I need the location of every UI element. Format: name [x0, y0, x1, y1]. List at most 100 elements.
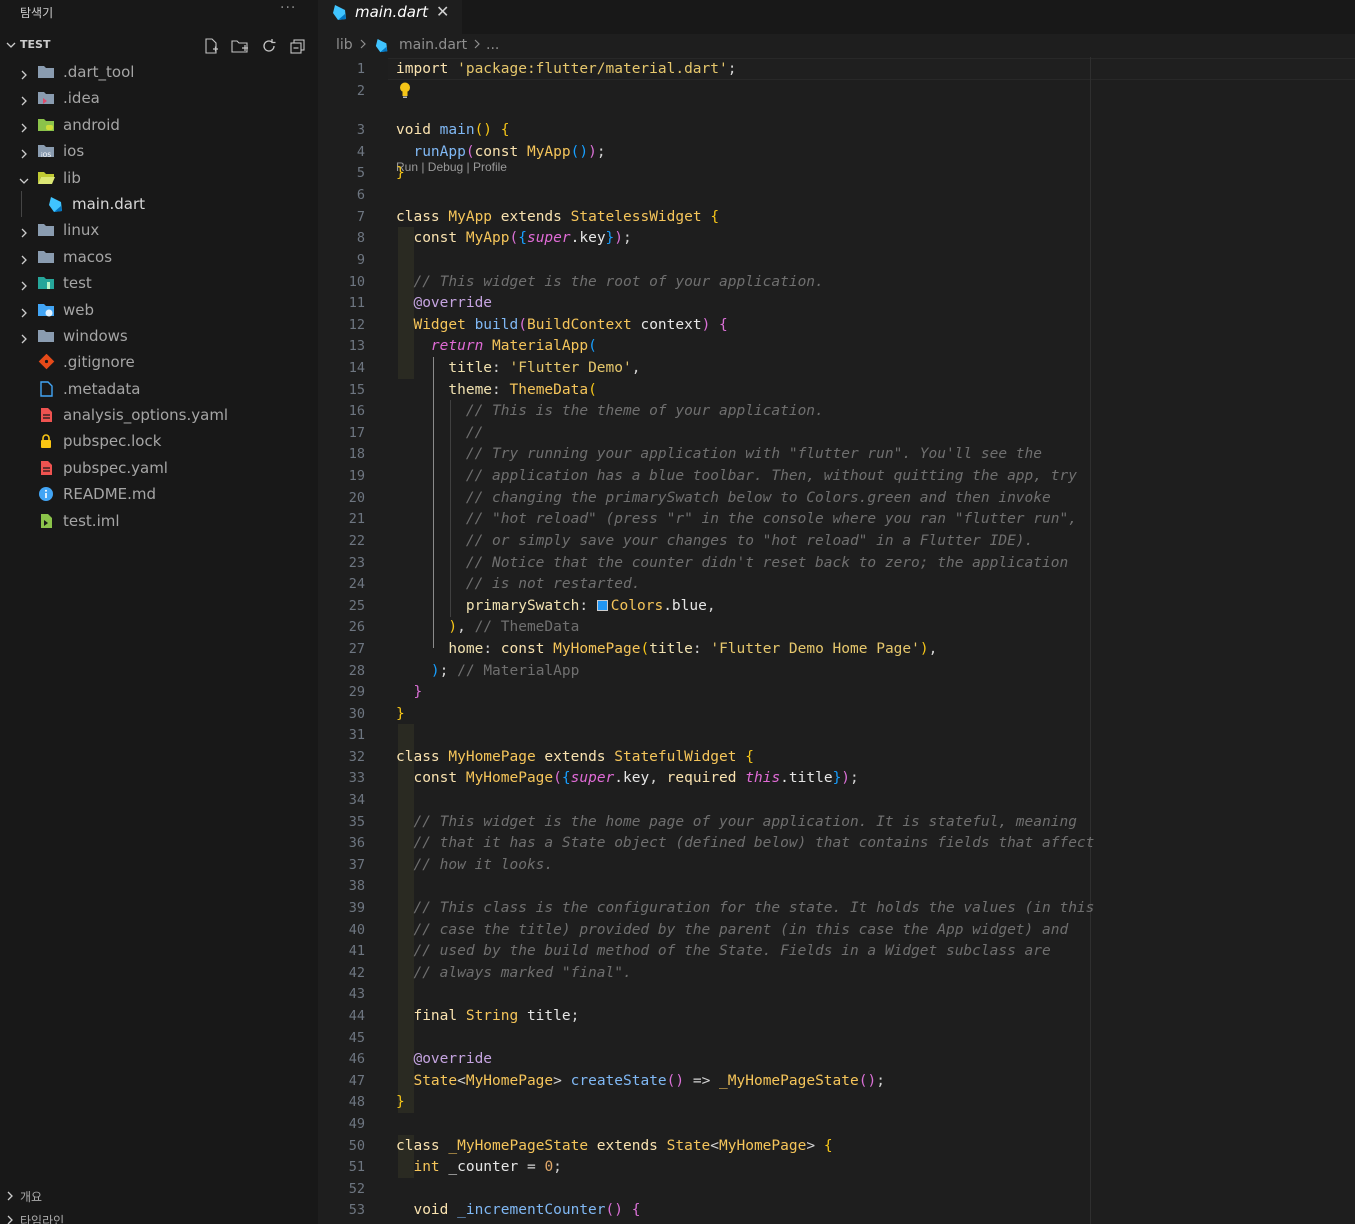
line-number: 32	[348, 749, 365, 765]
code-line[interactable]: 48}	[318, 1091, 1355, 1113]
code-line[interactable]: 49	[318, 1113, 1355, 1135]
code-line[interactable]: 32 class MyHomePage extends StatefulWidge…	[318, 746, 1355, 768]
code-line[interactable]: 29 }	[318, 681, 1355, 703]
tree-item-linux[interactable]: linux	[0, 217, 318, 243]
code-line[interactable]: 43	[318, 983, 1355, 1005]
code-line[interactable]: 14 title: 'Flutter Demo',	[318, 357, 1355, 379]
tree-item-web[interactable]: web	[0, 297, 318, 323]
tree-item-pubspec-lock[interactable]: pubspec.lock	[0, 428, 318, 454]
code-line[interactable]: 33 const MyHomePage({super.key, required…	[318, 767, 1355, 789]
tree-item-main-dart[interactable]: main.dart	[0, 190, 318, 218]
code-line[interactable]: 25 primarySwatch: Colors.blue,	[318, 595, 1355, 617]
tree-item-macos[interactable]: macos	[0, 244, 318, 270]
code-line[interactable]: 44 final String title;	[318, 1005, 1355, 1027]
code-line[interactable]: 30}	[318, 703, 1355, 725]
code-line[interactable]: 15 theme: ThemeData(	[318, 379, 1355, 401]
code-line[interactable]: 39 // This class is the configuration fo…	[318, 897, 1355, 919]
breadcrumb-more[interactable]: ...	[486, 37, 499, 53]
code-line[interactable]: 20 // changing the primarySwatch below t…	[318, 487, 1355, 509]
more-actions-icon[interactable]: ···	[280, 0, 296, 16]
code-line[interactable]: 34	[318, 789, 1355, 811]
code-line[interactable]: 23 // Notice that the counter didn't res…	[318, 552, 1355, 574]
code-line[interactable]: 42 // always marked "final".	[318, 962, 1355, 984]
tree-item-idea[interactable]: .idea	[0, 85, 318, 111]
new-file-icon[interactable]	[201, 36, 221, 56]
code-line[interactable]: 38	[318, 875, 1355, 897]
code-editor[interactable]: Run | Debug | Profile 1 import 'package:f…	[318, 57, 1355, 1224]
outline-section[interactable]: 개요	[0, 1186, 318, 1206]
code-line[interactable]: 1 import 'package:flutter/material.dart';	[318, 58, 1355, 80]
tab-main-dart[interactable]: main.dart ✕	[318, 0, 462, 34]
close-icon[interactable]: ✕	[436, 2, 449, 21]
collapse-all-icon[interactable]	[288, 36, 308, 56]
code-line[interactable]: 17 //	[318, 422, 1355, 444]
chevron-right-icon	[18, 277, 30, 296]
tree-item-lib[interactable]: lib	[0, 165, 318, 191]
code-line[interactable]: 4 runApp(const MyApp());	[318, 141, 1355, 163]
code-line[interactable]: 11 @override	[318, 292, 1355, 314]
code-line[interactable]: 8 const MyApp({super.key});	[318, 227, 1355, 249]
tree-item-pubspec-yaml[interactable]: pubspec.yaml	[0, 455, 318, 481]
new-folder-icon[interactable]	[230, 36, 250, 56]
code-line[interactable]: 13 return MaterialApp(	[318, 335, 1355, 357]
tree-item-android[interactable]: android	[0, 112, 318, 138]
code-line[interactable]: 16 // This is the theme of your applicat…	[318, 400, 1355, 422]
code-line[interactable]: 37 // how it looks.	[318, 854, 1355, 876]
code-line[interactable]: 22 // or simply save your changes to "ho…	[318, 530, 1355, 552]
code-line[interactable]: 53 void _incrementCounter() {	[318, 1199, 1355, 1221]
tree-item-windows[interactable]: windows	[0, 323, 318, 349]
code-line[interactable]: 21 // "hot reload" (press "r" in the con…	[318, 508, 1355, 530]
code-line[interactable]: 51 int _counter = 0;	[318, 1156, 1355, 1178]
line-number: 24	[348, 576, 365, 592]
timeline-section[interactable]: 타임라인	[0, 1210, 318, 1224]
code-line[interactable]: 10 // This widget is the root of your ap…	[318, 271, 1355, 293]
code-line[interactable]: 6	[318, 184, 1355, 206]
refresh-icon[interactable]	[259, 36, 279, 56]
tree-item-test-iml[interactable]: test.iml	[0, 508, 318, 534]
code-line[interactable]: 45	[318, 1027, 1355, 1049]
tree-item-metadata[interactable]: .metadata	[0, 376, 318, 402]
code-line[interactable]: 31	[318, 724, 1355, 746]
tree-item-analysis-options-yaml[interactable]: analysis_options.yaml	[0, 402, 318, 428]
code-line[interactable]: 40 // case the title) provided by the pa…	[318, 919, 1355, 941]
code-line[interactable]: 50 class _MyHomePageState extends State<M…	[318, 1135, 1355, 1157]
code-line[interactable]: 18 // Try running your application with …	[318, 443, 1355, 465]
code-line[interactable]: 36 // that it has a State object (define…	[318, 832, 1355, 854]
code-line[interactable]: 47 State<MyHomePage> createState() => _M…	[318, 1070, 1355, 1092]
code-line[interactable]: 5}	[318, 162, 1355, 184]
code-line[interactable]: 7 class MyApp extends StatelessWidget {	[318, 206, 1355, 228]
tree-item-readme-md[interactable]: README.md	[0, 481, 318, 507]
code-line[interactable]: 19 // application has a blue toolbar. Th…	[318, 465, 1355, 487]
breadcrumb-folder[interactable]: lib	[336, 37, 353, 53]
code-line[interactable]: 27 home: const MyHomePage(title: 'Flutte…	[318, 638, 1355, 660]
tree-item-test[interactable]: test	[0, 270, 318, 296]
code-line[interactable]: 24 // is not restarted.	[318, 573, 1355, 595]
line-number: 19	[348, 468, 365, 484]
code-line[interactable]: 9	[318, 249, 1355, 271]
chevron-right-icon	[18, 330, 30, 349]
line-number: 13	[348, 338, 365, 354]
code-line[interactable]: 26 ), // ThemeData	[318, 616, 1355, 638]
line-number: 6	[356, 187, 365, 203]
line-number: 53	[348, 1202, 365, 1218]
code-line[interactable]: 12 Widget build(BuildContext context) {	[318, 314, 1355, 336]
code-text: // changing the primarySwatch below to C…	[396, 490, 1051, 506]
code-line[interactable]: 2	[318, 80, 1355, 102]
line-number: 33	[348, 770, 365, 786]
folder-open-icon	[37, 170, 55, 186]
code-line[interactable]: 28 ); // MaterialApp	[318, 660, 1355, 682]
tree-item-dart-tool[interactable]: .dart_tool	[0, 59, 318, 85]
chevron-down-icon	[18, 172, 30, 191]
code-line[interactable]: 41 // used by the build method of the St…	[318, 940, 1355, 962]
breadcrumb-file[interactable]: main.dart	[399, 37, 467, 53]
tree-item-ios[interactable]: iOS ios	[0, 138, 318, 164]
code-line[interactable]: 46 @override	[318, 1048, 1355, 1070]
code-line[interactable]: 52	[318, 1178, 1355, 1200]
color-swatch-icon[interactable]	[596, 600, 608, 611]
tree-item-label: linux	[63, 221, 100, 240]
tree-item-gitignore[interactable]: .gitignore	[0, 349, 318, 375]
code-text: // how it looks.	[396, 857, 554, 873]
code-line[interactable]: 35 // This widget is the home page of yo…	[318, 811, 1355, 833]
code-line[interactable]: 3 void main() {	[318, 119, 1355, 141]
code-text: primarySwatch: Colors.blue,	[396, 598, 716, 614]
